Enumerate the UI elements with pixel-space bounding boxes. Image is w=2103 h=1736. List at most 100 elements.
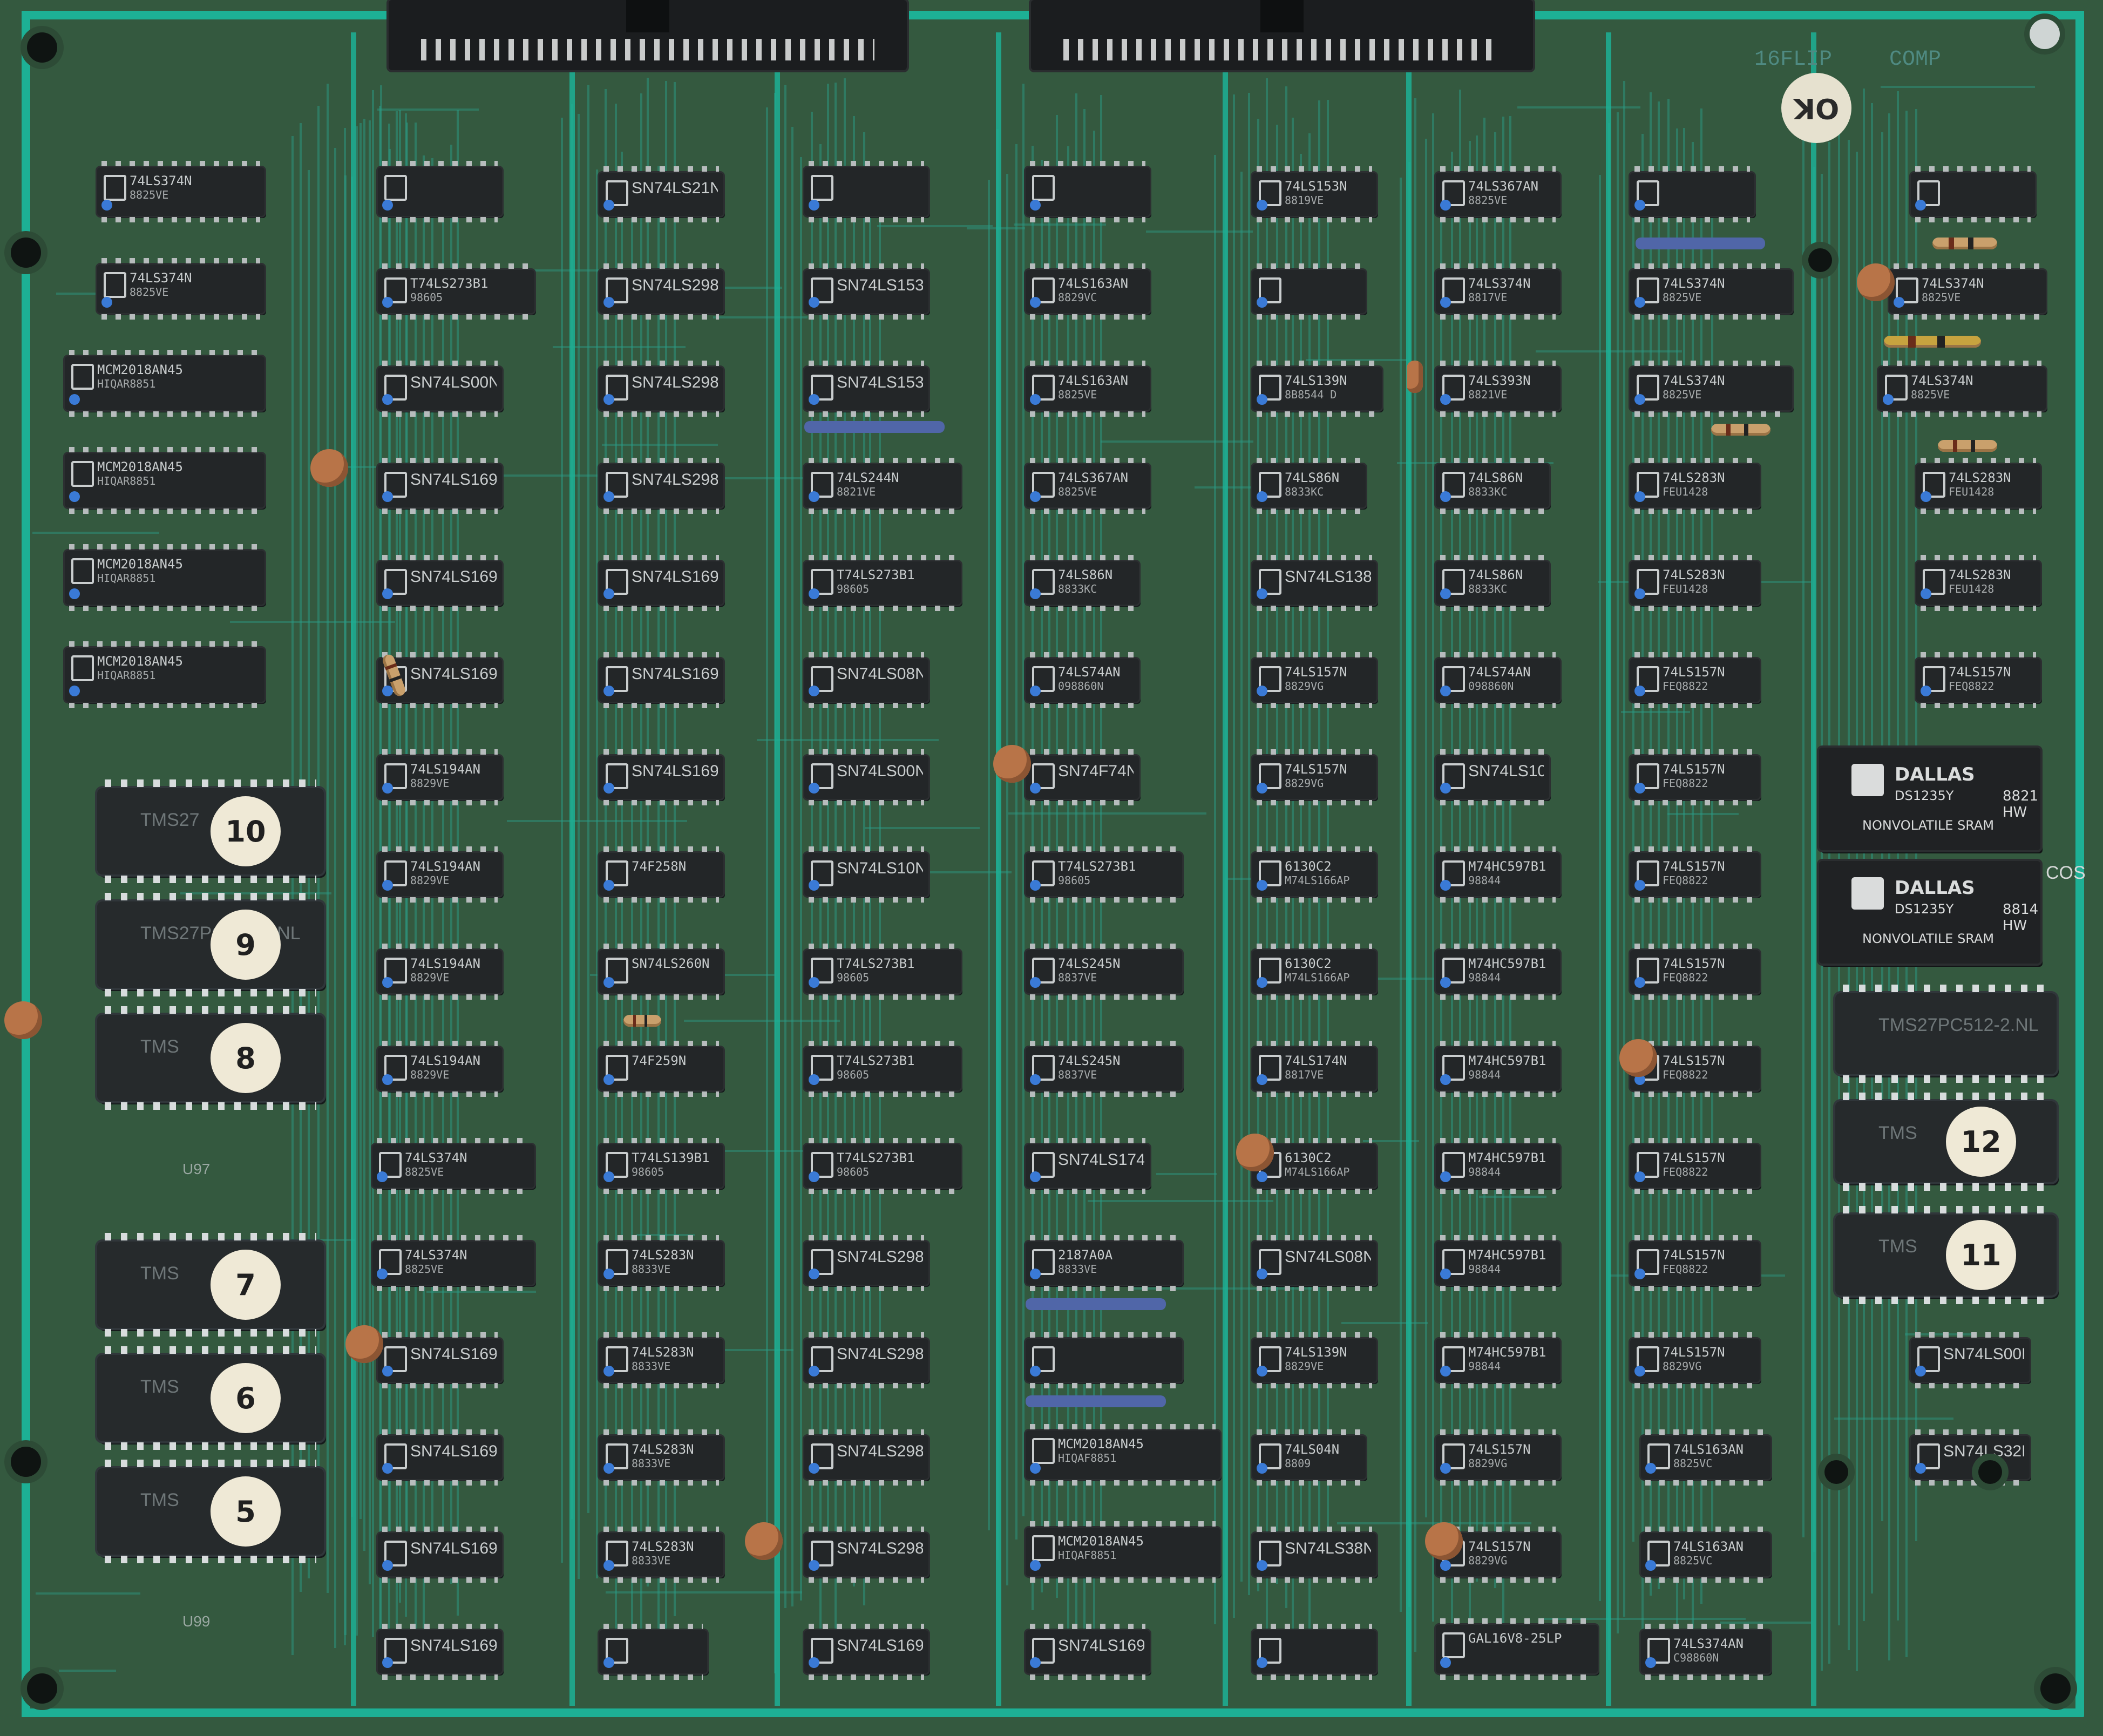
chip-dot-icon [1634, 588, 1645, 599]
ic-chip: SN74LS298N [804, 1332, 928, 1388]
chip-pins [1645, 1480, 1766, 1486]
ic-chip: SN74LS169BN [599, 749, 723, 805]
ic-chip: M74HC597B1 98844 [1436, 1235, 1560, 1291]
chip-pins [1634, 994, 1755, 1000]
chip-part-number: MCM2018AN45 [1058, 1534, 1144, 1549]
chip-dot-icon [382, 297, 393, 308]
chip-part-number: MCM2018AN45 [97, 557, 183, 572]
chip-part-number: 74LS157N [1663, 665, 1725, 680]
chip-date-code: 8833VE [632, 1359, 671, 1373]
ic-chip: T74LS273B1 98605 [804, 1138, 961, 1194]
chip-date-code: 8829VE [410, 873, 450, 887]
chip-part-number: 74LS139N [1285, 374, 1347, 388]
chip-dot-icon [1030, 200, 1041, 211]
capacitor-small [1407, 361, 1423, 393]
chip-pins [1030, 1138, 1145, 1143]
chip-date-code: 8821VE [1468, 388, 1508, 401]
chip-pins [382, 161, 498, 166]
chip-pins [809, 508, 956, 514]
chip-pins [1257, 411, 1378, 417]
ic-chip: MCM2018AN45 HIQAR8851 [65, 447, 264, 514]
ic-chip: 74LS157N FEQ8822 [1630, 749, 1760, 805]
chip-pins [603, 944, 719, 949]
chip-dot-icon [603, 1074, 614, 1085]
chip-pins [1030, 1480, 1216, 1486]
chip-pins [105, 1233, 316, 1240]
chip-part-number: SN74LS169BN [410, 1345, 497, 1363]
chip-pins [382, 606, 498, 611]
chip-part-number: 74LS04N [1285, 1442, 1340, 1457]
chip-pins [1257, 800, 1372, 805]
chip-pins [1030, 652, 1135, 657]
chip-part-number: 74LS283N [632, 1540, 694, 1554]
eprom-part-number: TMS [140, 1376, 179, 1397]
chip-pins [809, 846, 924, 852]
chip-pins [1843, 1297, 2049, 1304]
chip-part-number: T74LS273B1 [837, 1054, 915, 1068]
chip-dot-icon [1440, 1171, 1451, 1182]
chip-pins [1030, 994, 1178, 1000]
chip-date-code: 8817VE [1285, 1068, 1324, 1081]
chip-pins [809, 944, 956, 949]
ic-chip: M74HC597B1 98844 [1436, 1332, 1560, 1388]
chip-dot-icon [809, 394, 819, 405]
chip-dot-icon [382, 686, 393, 696]
mounting-hole [11, 238, 41, 268]
chip-dot-icon [603, 394, 614, 405]
ic-chip: 6130C2 M74LS166AP [1252, 944, 1376, 1000]
ic-chip: T74LS273B1 98605 [804, 1041, 961, 1097]
chip-date-code: 98844 [1468, 1068, 1501, 1081]
chip-pins [69, 641, 260, 647]
chip-logo-icon [1442, 1632, 1465, 1658]
chip-dot-icon [809, 1657, 819, 1668]
chip-pins [1634, 361, 1788, 366]
chip-pins [1440, 846, 1556, 852]
chip-pins [809, 458, 956, 463]
power-rail [1223, 32, 1228, 1706]
chip-pins [809, 217, 924, 222]
chip-dot-icon [603, 783, 614, 794]
ic-chip: 74LS139N 8B8544 D [1252, 361, 1382, 417]
eprom-sticker: 7 [211, 1250, 281, 1320]
chip-pins [809, 1286, 924, 1291]
sram-brand: DALLAS [1895, 764, 1975, 785]
chip-part-number: 74F259N [632, 1054, 687, 1068]
ic-chip: 74LS374N 8825VE [1889, 263, 2046, 320]
chip-pins [1257, 508, 1361, 514]
chip-pins [1634, 652, 1755, 657]
chip-date-code: 8825VE [130, 188, 169, 201]
ic-chip: 74LS367AN 8825VE [1436, 166, 1560, 222]
chip-pins [1440, 652, 1556, 657]
chip-pins [1843, 1206, 2049, 1213]
chip-pins [1921, 606, 2036, 611]
chip-part-number: 74LS157N [1468, 1540, 1531, 1554]
chip-dot-icon [1257, 588, 1267, 599]
chip-pins [1030, 411, 1145, 417]
chip-pins [1257, 217, 1372, 222]
chip-part-number: SN74LS169BN [410, 1442, 497, 1460]
chip-part-number: SN74LS38N [1285, 1540, 1371, 1557]
chip-pins [1634, 1332, 1755, 1338]
via-hole [1978, 1460, 2002, 1484]
eprom-chip: TMS27PC512-2.NL9 [97, 893, 324, 996]
chip-part-number: 74LS194AN [410, 957, 481, 971]
chip-logo-icon [71, 655, 94, 681]
chip-dot-icon [809, 200, 819, 211]
chip-part-number: 74LS157N [1949, 665, 2011, 680]
chip-pins [1894, 314, 2041, 320]
ic-chip: 74LS374N 8825VE [372, 1235, 534, 1291]
chip-dot-icon [603, 200, 614, 211]
eprom-chip: TMS 5 [97, 1460, 324, 1563]
ic-chip: 74LS245N 8837VE [1026, 1041, 1182, 1097]
power-rail [569, 32, 575, 1706]
chip-pins [1257, 944, 1372, 949]
chip-pins [809, 1138, 956, 1143]
ic-chip: 74LS374N 8825VE [97, 258, 264, 320]
chip-part-number: SN74LS169BN [632, 665, 718, 683]
eprom-part-number: TMS [140, 1036, 179, 1057]
chip-dot-icon [1634, 200, 1645, 211]
chip-date-code: 98844 [1468, 1165, 1501, 1178]
chip-dot-icon [1440, 491, 1451, 502]
chip-pins [809, 361, 924, 366]
chip-dot-icon [1440, 1463, 1451, 1474]
